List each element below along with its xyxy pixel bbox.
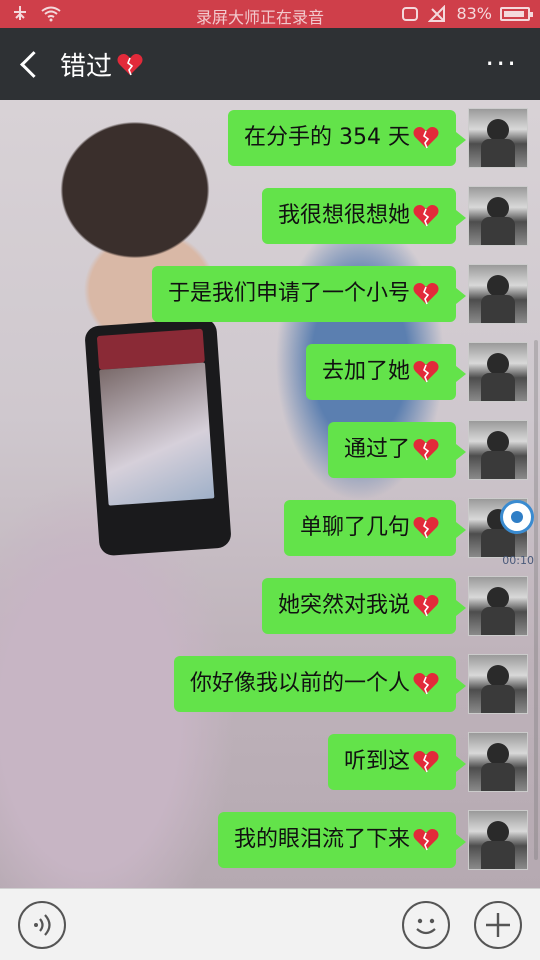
message-row: 我的眼泪流了下来: [217, 810, 467, 870]
chat-scrollbar[interactable]: [534, 340, 538, 860]
broken-heart-icon: [413, 126, 439, 149]
plus-sign-icon: [486, 913, 510, 937]
message-row: 我很想很想她: [261, 186, 467, 246]
message-text: 我的眼泪流了下来: [233, 827, 410, 852]
broken-heart-icon: [413, 594, 439, 617]
message-text: 她突然对我说: [277, 593, 410, 618]
avatar[interactable]: [468, 654, 528, 714]
signal-icon: [14, 6, 26, 20]
message-bubble[interactable]: 听到这: [327, 734, 467, 790]
message-text: 我很想很想她: [277, 203, 410, 228]
message-row: 听到这: [327, 732, 467, 792]
voice-wave-icon: [34, 914, 51, 936]
voice-icon[interactable]: [18, 901, 66, 949]
emoji-icon[interactable]: [402, 901, 450, 949]
message-row: 在分手的 354 天: [228, 108, 466, 168]
message-bubble[interactable]: 在分手的 354 天: [228, 110, 466, 166]
avatar[interactable]: [468, 420, 528, 480]
avatar[interactable]: [468, 342, 528, 402]
no-signal-icon: [428, 4, 446, 22]
broken-heart-icon: [413, 750, 439, 773]
message-text: 去加了她: [321, 359, 410, 384]
more-options-button[interactable]: ···: [485, 50, 518, 78]
message-text: 单聊了几句: [299, 515, 410, 540]
broken-heart-icon: [117, 53, 143, 75]
avatar[interactable]: [468, 186, 528, 246]
background-phone-image: [84, 317, 232, 557]
chat-header: 错过 ···: [0, 28, 540, 100]
broken-heart-icon: [413, 204, 439, 227]
avatar[interactable]: [468, 732, 528, 792]
message-bubble[interactable]: 我很想很想她: [261, 188, 467, 244]
message-text: 你好像我以前的一个人: [189, 671, 410, 696]
input-bar: [0, 888, 540, 960]
recording-time: 00:10: [502, 554, 534, 567]
broken-heart-icon: [413, 828, 439, 851]
broken-heart-icon: [413, 672, 439, 695]
message-row: 她突然对我说: [261, 576, 467, 636]
message-bubble[interactable]: 她突然对我说: [261, 578, 467, 634]
message-row: 于是我们申请了一个小号: [151, 264, 467, 324]
battery-percent: 83%: [456, 4, 492, 23]
alarm-icon: [402, 6, 419, 21]
message-row: 你好像我以前的一个人: [173, 654, 467, 714]
recording-indicator[interactable]: [500, 500, 534, 534]
chat-title-text: 错过: [60, 52, 113, 82]
status-icons-left: [10, 4, 62, 22]
avatar[interactable]: [468, 810, 528, 870]
recording-status-text: 录屏大师正在录音: [196, 8, 325, 27]
message-text: 通过了: [343, 437, 410, 462]
avatar[interactable]: [468, 576, 528, 636]
broken-heart-icon: [413, 516, 439, 539]
battery-icon: [500, 6, 533, 21]
back-arrow-icon[interactable]: [18, 48, 46, 80]
message-text: 在分手的 354 天: [244, 125, 410, 150]
broken-heart-icon: [413, 282, 439, 305]
smiley-icon: [416, 918, 436, 935]
chat-title: 错过: [60, 46, 144, 83]
message-row: 通过了: [327, 420, 467, 480]
broken-heart-icon: [413, 360, 439, 383]
status-icons-right: 83%: [400, 4, 533, 23]
message-bubble[interactable]: 你好像我以前的一个人: [173, 656, 467, 712]
chat-area[interactable]: 在分手的 354 天 我很想很想她 于是我们申请了一个小号 去加了她 通过了 单…: [0, 100, 540, 888]
message-bubble[interactable]: 去加了她: [305, 344, 467, 400]
wifi-icon: [41, 6, 61, 22]
status-bar: 录屏大师正在录音 83%: [0, 0, 540, 28]
message-bubble[interactable]: 单聊了几句: [283, 500, 467, 556]
message-bubble[interactable]: 于是我们申请了一个小号: [151, 266, 467, 322]
message-row: 去加了她: [305, 342, 467, 402]
message-text: 听到这: [343, 749, 410, 774]
avatar[interactable]: [468, 108, 528, 168]
message-bubble[interactable]: 通过了: [327, 422, 467, 478]
avatar[interactable]: [468, 264, 528, 324]
broken-heart-icon: [413, 438, 439, 461]
message-text: 于是我们申请了一个小号: [167, 281, 410, 306]
message-row: 单聊了几句: [283, 498, 467, 558]
plus-icon[interactable]: [474, 901, 522, 949]
message-bubble[interactable]: 我的眼泪流了下来: [217, 812, 467, 868]
